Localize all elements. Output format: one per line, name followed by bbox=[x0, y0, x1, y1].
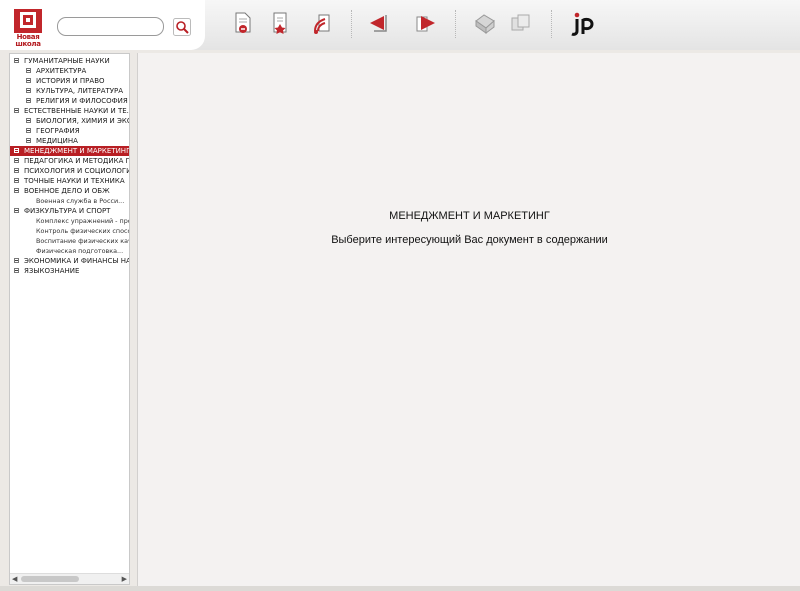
document-tree-icon[interactable] bbox=[309, 9, 337, 37]
publisher-logo-icon[interactable] bbox=[568, 9, 596, 37]
logo: Новая школа bbox=[13, 8, 43, 48]
document-bookmark-icon[interactable] bbox=[266, 9, 294, 37]
expand-icon[interactable] bbox=[26, 128, 31, 133]
toolbar-separator bbox=[455, 10, 456, 38]
instruction-text: Выберите интересующий Вас документ в сод… bbox=[331, 234, 608, 246]
tree-item-leaf[interactable]: Комплекс упражнений - проф... bbox=[10, 216, 129, 226]
tree-item-leaf[interactable]: Физическая подготовка... bbox=[10, 246, 129, 256]
expand-icon[interactable] bbox=[14, 178, 19, 183]
expand-icon[interactable] bbox=[26, 138, 31, 143]
expand-icon[interactable] bbox=[26, 88, 31, 93]
tree-item[interactable]: ФИЗКУЛЬТУРА И СПОРТ bbox=[10, 206, 129, 216]
logo-mark-icon bbox=[14, 9, 42, 33]
logo-block: Новая школа bbox=[0, 0, 205, 50]
tree-item[interactable]: ПСИХОЛОГИЯ И СОЦИОЛОГИЯ bbox=[10, 166, 129, 176]
tree-item[interactable]: ЭКОНОМИКА И ФИНАНСЫ НА... bbox=[10, 256, 129, 266]
tree-item[interactable]: АРХИТЕКТУРА bbox=[10, 66, 129, 76]
collapse-icon[interactable] bbox=[14, 208, 19, 213]
toolbar-separator bbox=[351, 10, 352, 38]
tree-item[interactable]: БИОЛОГИЯ, ХИМИЯ И ЭКО... bbox=[10, 116, 129, 126]
toolbar: Новая школа bbox=[0, 0, 800, 50]
tree-item-leaf[interactable]: Воспитание физических каче... bbox=[10, 236, 129, 246]
tree-item[interactable]: ГУМАНИТАРНЫЕ НАУКИ bbox=[10, 56, 129, 66]
tree-item[interactable]: ПЕДАГОГИКА И МЕТОДИКА П... bbox=[10, 156, 129, 166]
tree-item[interactable]: ГЕОГРАФИЯ bbox=[10, 126, 129, 136]
contents-tree: ГУМАНИТАРНЫЕ НАУКИ АРХИТЕКТУРА ИСТОРИЯ И… bbox=[9, 53, 130, 585]
forward-arrow-icon[interactable] bbox=[411, 9, 439, 37]
document-view: МЕНЕДЖМЕНТ И МАРКЕТИНГ Выберите интересу… bbox=[137, 53, 800, 586]
expand-icon[interactable] bbox=[26, 78, 31, 83]
expand-icon[interactable] bbox=[26, 68, 31, 73]
search-icon[interactable] bbox=[173, 18, 191, 36]
horizontal-scrollbar[interactable]: ◀ ▶ bbox=[10, 573, 129, 584]
collapse-icon[interactable] bbox=[14, 58, 19, 63]
tree-item[interactable]: ЯЗЫКОЗНАНИЕ bbox=[10, 266, 129, 276]
expand-icon[interactable] bbox=[26, 98, 31, 103]
tree-item-selected[interactable]: МЕНЕДЖМЕНТ И МАРКЕТИНГ bbox=[10, 146, 129, 156]
tree-item-leaf[interactable]: Военная служба в Росси... bbox=[10, 196, 129, 206]
tree-item[interactable]: МЕДИЦИНА bbox=[10, 136, 129, 146]
collapse-icon[interactable] bbox=[14, 188, 19, 193]
tree-item[interactable]: ТОЧНЫЕ НАУКИ И ТЕХНИКА bbox=[10, 176, 129, 186]
tree-item[interactable]: ВОЕННОЕ ДЕЛО И ОБЖ bbox=[10, 186, 129, 196]
collapse-icon[interactable] bbox=[14, 108, 19, 113]
document-print-icon[interactable] bbox=[228, 9, 256, 37]
tree-item[interactable]: ЕСТЕСТВЕННЫЕ НАУКИ И ТЕ... bbox=[10, 106, 129, 116]
copy-icon[interactable] bbox=[507, 9, 535, 37]
status-strip bbox=[0, 586, 800, 591]
printer-icon[interactable] bbox=[470, 9, 498, 37]
scroll-left-icon[interactable]: ◀ bbox=[12, 575, 17, 583]
back-arrow-icon[interactable] bbox=[366, 9, 394, 37]
tree-item[interactable]: РЕЛИГИЯ И ФИЛОСОФИЯ bbox=[10, 96, 129, 106]
scrollbar-thumb[interactable] bbox=[21, 576, 79, 582]
expand-icon[interactable] bbox=[14, 258, 19, 263]
tree-item[interactable]: ИСТОРИЯ И ПРАВО bbox=[10, 76, 129, 86]
section-title: МЕНЕДЖМЕНТ И МАРКЕТИНГ bbox=[389, 210, 550, 222]
search-input[interactable] bbox=[57, 17, 164, 36]
logo-text: Новая школа bbox=[15, 33, 41, 48]
expand-icon[interactable] bbox=[14, 268, 19, 273]
expand-icon[interactable] bbox=[14, 168, 19, 173]
expand-icon[interactable] bbox=[26, 118, 31, 123]
tree-item[interactable]: КУЛЬТУРА, ЛИТЕРАТУРА bbox=[10, 86, 129, 96]
toolbar-separator bbox=[551, 10, 552, 38]
tree-item-leaf[interactable]: Контроль физических спосо... bbox=[10, 226, 129, 236]
collapse-icon[interactable] bbox=[14, 148, 19, 153]
scroll-right-icon[interactable]: ▶ bbox=[122, 575, 127, 583]
expand-icon[interactable] bbox=[14, 158, 19, 163]
